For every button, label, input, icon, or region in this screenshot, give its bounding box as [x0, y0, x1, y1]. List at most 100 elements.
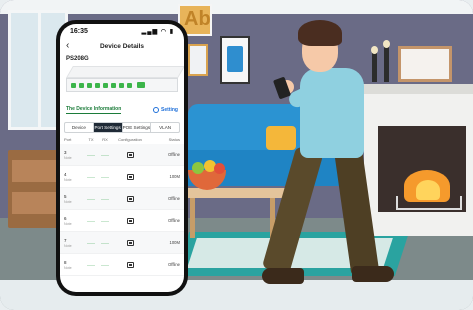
configuration-cell [112, 239, 148, 246]
cushion [266, 126, 296, 150]
port-number: 4 [64, 171, 67, 177]
port-cell: 6 Note [64, 216, 84, 226]
candlestick [372, 52, 377, 82]
port-status: Offline [167, 196, 180, 201]
person-shoe [262, 268, 304, 284]
tab-poe-settings[interactable]: POE Settings [123, 123, 152, 132]
phone-mockup: 16:35 ▂▄▆ ◠ ▮ ‹ Device Details PS208G Th… [56, 20, 188, 296]
table-row[interactable]: 8 Note —— —— Offline [60, 254, 184, 276]
switch-graphic [66, 66, 184, 102]
rx-value: —— [101, 240, 109, 245]
port-note: Note [64, 221, 72, 226]
switch-port-led [95, 82, 100, 88]
port-note: Note [64, 243, 72, 248]
tab-bar: Device Port Settings POE Settings VLAN [64, 122, 180, 133]
port-cell: 7 Note [64, 238, 84, 248]
configuration-cell [112, 261, 148, 268]
art-letters: Ab [184, 8, 211, 30]
setting-button[interactable]: Setting [153, 107, 178, 113]
tx-value: —— [87, 240, 95, 245]
tx-value: —— [87, 152, 95, 157]
wall-art-frame [220, 36, 250, 84]
header-tx: TX [88, 137, 94, 142]
rx-value: —— [101, 262, 109, 267]
configure-icon[interactable] [126, 239, 134, 246]
rx-value: —— [101, 218, 109, 223]
device-info-link[interactable]: The Device Information [66, 106, 122, 114]
rx-value: —— [101, 196, 109, 201]
configuration-cell [112, 195, 148, 202]
person-torso [300, 68, 364, 158]
port-number: 6 [64, 215, 67, 221]
port-status: 100M [169, 240, 180, 245]
tab-vlan[interactable]: VLAN [151, 123, 179, 132]
tab-device[interactable]: Device [65, 123, 94, 132]
configure-icon[interactable] [126, 217, 134, 224]
tx-value: —— [87, 174, 95, 179]
header-port: Port [64, 137, 72, 142]
switch-port-led [87, 82, 92, 88]
port-cell: 3 Note [64, 150, 84, 160]
tx-value: —— [87, 218, 95, 223]
port-number: 3 [64, 149, 67, 155]
table-row[interactable]: 7 Note —— —— 100M [60, 232, 184, 254]
status-bar: 16:35 ▂▄▆ ◠ ▮ [60, 24, 184, 38]
back-icon[interactable]: ‹ [66, 40, 69, 52]
table-row[interactable]: 3 Note —— —— Offline [60, 144, 184, 166]
switch-port-led [79, 82, 84, 88]
candlestick [384, 46, 389, 82]
table-row[interactable]: 4 Note —— —— 100M [60, 166, 184, 188]
device-name: PS208G [66, 56, 89, 62]
fruit [214, 163, 225, 174]
port-note: Note [64, 155, 72, 160]
status-time: 16:35 [70, 27, 88, 35]
configuration-cell [112, 151, 148, 158]
nav-bar: ‹ Device Details [60, 38, 184, 54]
port-status: Offline [167, 152, 180, 157]
port-note: Note [64, 177, 72, 182]
table-row[interactable]: 6 Note —— —— Offline [60, 210, 184, 232]
gear-icon [153, 107, 160, 113]
configuration-cell [112, 173, 148, 180]
configure-icon[interactable] [126, 195, 134, 202]
switch-port-led [127, 82, 132, 88]
app-screen: 16:35 ▂▄▆ ◠ ▮ ‹ Device Details PS208G Th… [60, 24, 184, 292]
switch-port-led [119, 82, 124, 88]
port-cell: 5 Note [64, 194, 84, 204]
configure-icon[interactable] [126, 261, 134, 268]
tab-port-settings[interactable]: Port Settings [93, 123, 123, 132]
setting-label: Setting [161, 107, 178, 113]
configure-icon[interactable] [126, 151, 134, 158]
switch-front-panel [66, 78, 178, 92]
mantel [358, 84, 473, 94]
switch-port-led [71, 82, 76, 88]
candle [371, 46, 378, 54]
port-status: Offline [167, 218, 180, 223]
tx-value: —— [87, 196, 95, 201]
table-leg [190, 198, 195, 238]
header-configuration: Configuration [118, 137, 142, 142]
tx-value: —— [87, 262, 95, 267]
port-note: Note [64, 199, 72, 204]
coffee-table [176, 188, 292, 198]
port-number: 7 [64, 237, 67, 243]
page-title: Device Details [99, 42, 145, 50]
configure-icon[interactable] [126, 173, 134, 180]
info-row: The Device Information Setting [60, 102, 184, 116]
table-row[interactable]: 5 Note —— —— Offline [60, 188, 184, 210]
fruit [192, 162, 204, 174]
ceiling [0, 0, 473, 14]
port-number: 8 [64, 259, 67, 265]
port-status: 100M [169, 174, 180, 179]
port-table: 3 Note —— —— Offline 4 Note —— —— 100M 5 Note —— —— Of… [60, 144, 184, 276]
rx-value: —— [101, 152, 109, 157]
mirror [398, 46, 452, 82]
person-hair [298, 20, 342, 46]
header-rx: RX [102, 137, 108, 142]
port-status: Offline [167, 262, 180, 267]
switch-top [66, 66, 184, 78]
port-cell: 8 Note [64, 260, 84, 270]
port-note: Note [64, 265, 72, 270]
table-header: Port TX RX Configuration Status [60, 133, 184, 144]
wall-art-small [188, 44, 208, 76]
